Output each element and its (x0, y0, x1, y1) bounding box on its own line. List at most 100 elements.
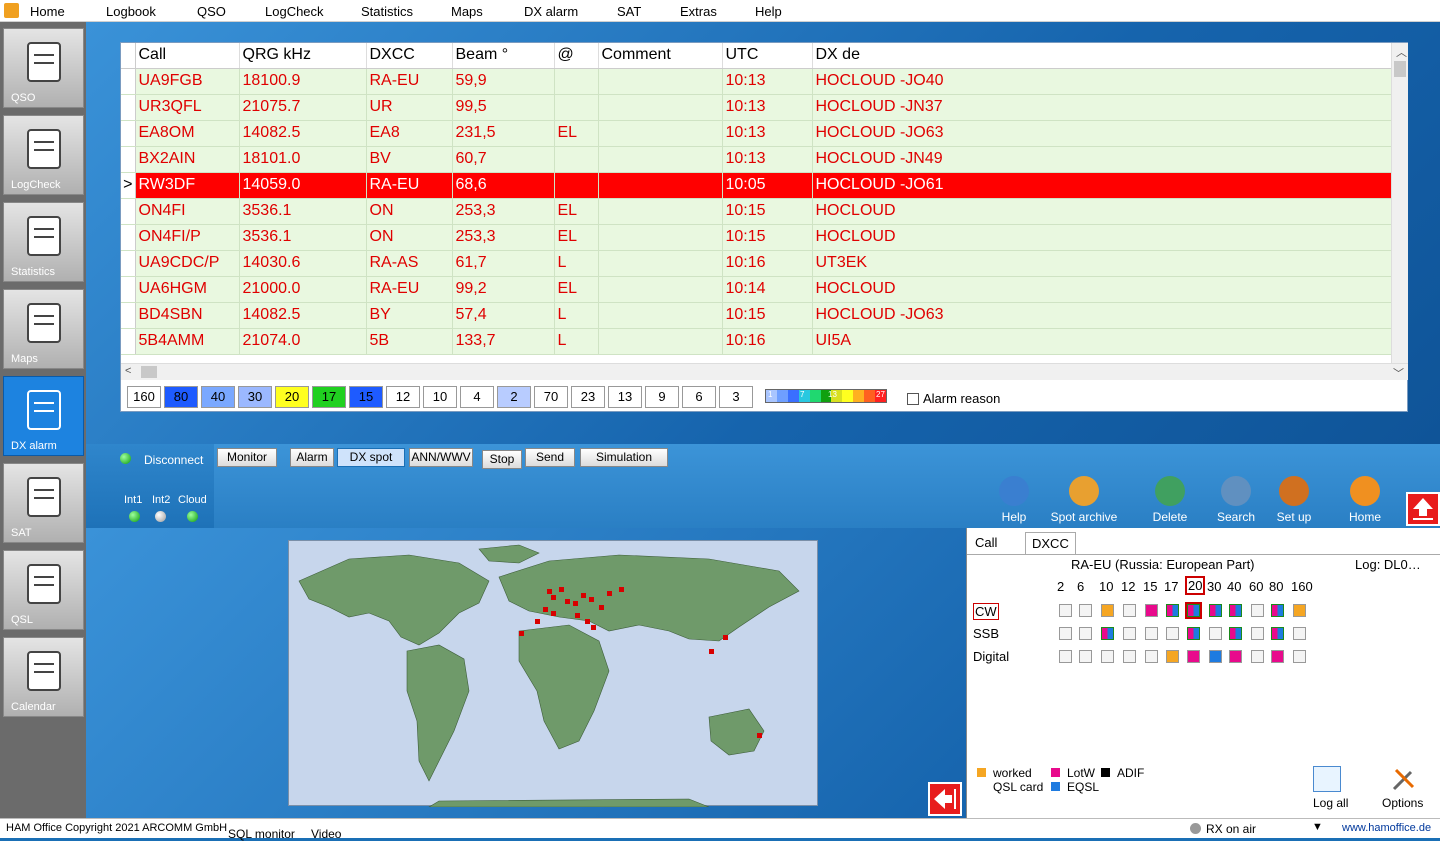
control-dx-spot[interactable]: DX spot (337, 448, 405, 467)
home-icon[interactable] (4, 3, 19, 18)
menu-extras[interactable]: Extras (680, 4, 717, 19)
table-row[interactable]: ON4FI 3536.1 ON 253,3 EL 10:15 HOCLOUD (121, 198, 1392, 225)
band-mode-cell[interactable] (1293, 650, 1306, 663)
control-alarm[interactable]: Alarm (290, 448, 334, 467)
menu-maps[interactable]: Maps (451, 4, 483, 19)
band-button-13[interactable]: 13 (608, 386, 642, 408)
band-button-12[interactable]: 12 (386, 386, 420, 408)
band-mode-cell[interactable] (1166, 627, 1179, 640)
band-mode-cell[interactable] (1123, 604, 1136, 617)
sidebar-item-sat[interactable]: SAT (3, 463, 84, 543)
sidebar-item-calendar[interactable]: Calendar (3, 637, 84, 717)
band-mode-cell[interactable] (1123, 650, 1136, 663)
band-button-10[interactable]: 10 (423, 386, 457, 408)
sidebar-item-statistics[interactable]: Statistics (3, 202, 84, 282)
band-mode-cell[interactable] (1059, 650, 1072, 663)
vertical-scroll-thumb[interactable] (1394, 61, 1406, 77)
sql-monitor-link[interactable]: SQL monitor (228, 827, 295, 841)
spot-archive-button[interactable]: Spot archive (1044, 476, 1124, 524)
table-row[interactable]: UA6HGM 21000.0 RA-EU 99,2 EL 10:14 HOCLOUD (121, 276, 1392, 303)
band-mode-cell[interactable] (1123, 627, 1136, 640)
band-mode-cell[interactable] (1101, 650, 1114, 663)
tab-dxcc[interactable]: DXCC (1025, 532, 1076, 554)
band-button-20[interactable]: 20 (275, 386, 309, 408)
control-ann-wwv[interactable]: ANN/WWV (409, 448, 473, 467)
menu-logbook[interactable]: Logbook (106, 4, 156, 19)
band-mode-cell[interactable] (1229, 650, 1242, 663)
band-button-4[interactable]: 4 (460, 386, 494, 408)
menu-logcheck[interactable]: LogCheck (265, 4, 324, 19)
band-mode-cell[interactable] (1271, 627, 1284, 640)
arrow-left-button[interactable] (928, 782, 962, 816)
band-mode-cell[interactable] (1229, 627, 1242, 640)
band-mode-cell[interactable] (1166, 650, 1179, 663)
band-mode-cell[interactable] (1079, 650, 1092, 663)
scroll-left-icon[interactable]: < (125, 365, 131, 377)
band-mode-cell[interactable] (1251, 604, 1264, 617)
band-button-6[interactable]: 6 (682, 386, 716, 408)
sidebar-item-qsl[interactable]: QSL (3, 550, 84, 630)
options-button[interactable]: Options (1382, 796, 1423, 810)
band-mode-cell[interactable] (1145, 627, 1158, 640)
band-button-30[interactable]: 30 (238, 386, 272, 408)
band-mode-cell[interactable] (1251, 627, 1264, 640)
control-simulation[interactable]: Simulation (580, 448, 668, 467)
menu-qso[interactable]: QSO (197, 4, 226, 19)
band-mode-cell[interactable] (1209, 627, 1222, 640)
table-row[interactable]: 5B4AMM 21074.0 5B 133,7 L 10:16 UI5A (121, 328, 1392, 355)
band-button-3[interactable]: 3 (719, 386, 753, 408)
table-row[interactable]: UR3QFL 21075.7 UR 99,5 10:13 HOCLOUD -JN37 (121, 94, 1392, 121)
sidebar-item-qso[interactable]: QSO (3, 28, 84, 108)
options-icon[interactable] (1391, 766, 1417, 792)
control-send[interactable]: Send (525, 448, 575, 467)
column-header-0[interactable]: Call (135, 43, 240, 69)
band-mode-cell[interactable] (1079, 627, 1092, 640)
band-button-15[interactable]: 15 (349, 386, 383, 408)
control-stop[interactable]: Stop (482, 450, 522, 469)
band-mode-cell[interactable] (1293, 627, 1306, 640)
band-mode-cell[interactable] (1145, 650, 1158, 663)
band-button-9[interactable]: 9 (645, 386, 679, 408)
set-up-button[interactable]: Set up (1254, 476, 1334, 524)
band-mode-cell[interactable] (1166, 604, 1179, 617)
band-mode-cell[interactable] (1209, 650, 1222, 663)
band-mode-cell[interactable] (1187, 627, 1200, 640)
menu-home[interactable]: Home (30, 4, 65, 19)
vertical-scrollbar[interactable]: ︿ (1391, 43, 1408, 363)
table-row[interactable]: BX2AIN 18101.0 BV 60,7 10:13 HOCLOUD -JN49 (121, 146, 1392, 173)
band-button-23[interactable]: 23 (571, 386, 605, 408)
sidebar-item-maps[interactable]: Maps (3, 289, 84, 369)
column-header-5[interactable]: Comment (598, 43, 723, 69)
table-row[interactable]: EA8OM 14082.5 EA8 231,5 EL 10:13 HOCLOUD -JO63 (121, 120, 1392, 147)
band-mode-cell[interactable] (1059, 604, 1072, 617)
band-button-70[interactable]: 70 (534, 386, 568, 408)
horizontal-scroll-thumb[interactable] (141, 366, 157, 378)
video-link[interactable]: Video (311, 827, 341, 841)
table-row[interactable]: UA9CDC/P 14030.6 RA-AS 61,7 L 10:16 UT3EK (121, 250, 1392, 277)
band-button-160[interactable]: 160 (127, 386, 161, 408)
disconnect-button[interactable]: Disconnect (144, 453, 203, 467)
band-mode-cell[interactable] (1187, 650, 1200, 663)
band-mode-cell[interactable] (1145, 604, 1158, 617)
band-mode-cell[interactable] (1271, 650, 1284, 663)
band-mode-cell[interactable] (1251, 650, 1264, 663)
band-button-2[interactable]: 2 (497, 386, 531, 408)
sidebar-item-logcheck[interactable]: LogCheck (3, 115, 84, 195)
band-mode-cell[interactable] (1229, 604, 1242, 617)
world-map[interactable] (288, 540, 818, 808)
website-link[interactable]: www.hamoffice.de (1342, 822, 1431, 834)
column-header-7[interactable]: DX de (812, 43, 1392, 69)
arrow-up-button[interactable] (1406, 492, 1440, 526)
column-header-4[interactable]: @ (554, 43, 599, 69)
horizontal-scrollbar[interactable]: < ﹀ (121, 363, 1408, 380)
scroll-down-icon[interactable]: ﹀ (1393, 365, 1404, 381)
table-row[interactable]: > RW3DF 14059.0 RA-EU 68,6 10:05 HOCLOUD -JO61 (121, 172, 1392, 199)
menu-sat[interactable]: SAT (617, 4, 641, 19)
table-row[interactable]: UA9FGB 18100.9 RA-EU 59,9 10:13 HOCLOUD -JO40 (121, 68, 1392, 95)
table-row[interactable]: ON4FI/P 3536.1 ON 253,3 EL 10:15 HOCLOUD (121, 224, 1392, 251)
column-header-6[interactable]: UTC (722, 43, 813, 69)
band-mode-cell[interactable] (1185, 602, 1202, 619)
column-header-2[interactable]: DXCC (366, 43, 453, 69)
band-mode-cell[interactable] (1101, 627, 1114, 640)
band-mode-cell[interactable] (1079, 604, 1092, 617)
